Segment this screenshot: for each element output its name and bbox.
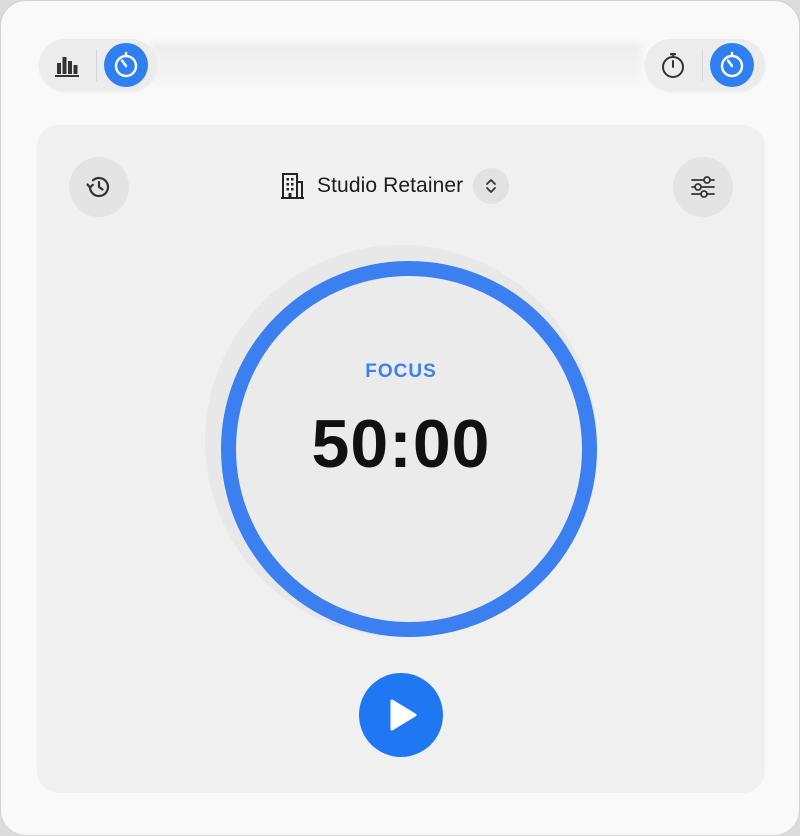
play-icon xyxy=(390,699,417,731)
play-button[interactable] xyxy=(359,673,443,757)
app-window: Studio Retainer FOCUS 50:00 xyxy=(0,0,800,836)
timer-mode-button[interactable] xyxy=(710,43,754,87)
blurred-background xyxy=(151,43,641,85)
timer-card: Studio Retainer FOCUS 50:00 xyxy=(37,125,765,793)
view-switcher-left xyxy=(39,39,157,91)
stopwatch-icon xyxy=(662,53,684,78)
stopwatch-button[interactable] xyxy=(651,43,695,87)
history-button[interactable] xyxy=(69,157,129,217)
time-display: 50:00 xyxy=(311,406,491,482)
stats-view-button[interactable] xyxy=(45,43,89,87)
building-icon xyxy=(281,173,304,199)
sliders-icon xyxy=(691,176,715,198)
toolbar-separator xyxy=(96,49,97,81)
timer-icon xyxy=(720,51,744,78)
timer-settings-button[interactable] xyxy=(673,157,733,217)
view-switcher-right xyxy=(645,39,765,91)
project-name: Studio Retainer xyxy=(317,174,464,197)
chevron-up-down-icon xyxy=(486,179,497,193)
project-stepper[interactable] xyxy=(473,168,510,204)
bar-chart-icon xyxy=(55,57,79,77)
timer-icon xyxy=(114,51,138,78)
toolbar-separator xyxy=(702,49,703,81)
project-selector[interactable]: Studio Retainer xyxy=(279,167,510,205)
timer-view-button[interactable] xyxy=(104,43,148,87)
phase-label: FOCUS xyxy=(365,361,437,382)
history-icon xyxy=(86,176,110,198)
